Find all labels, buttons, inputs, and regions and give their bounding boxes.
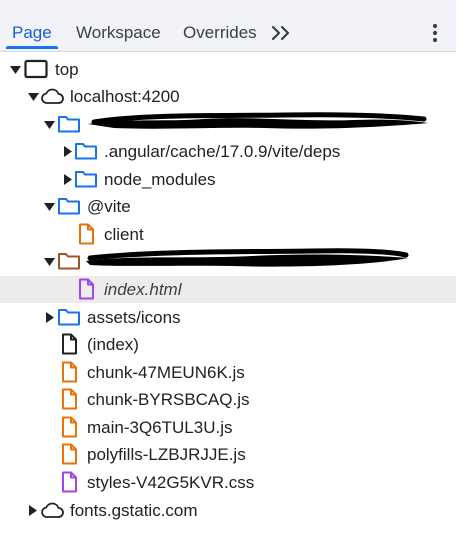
folder-icon: [75, 143, 97, 160]
tree-item-label: chunk-47MEUN6K.js: [87, 363, 245, 382]
script-file-icon: [62, 361, 77, 383]
tree-item-label: assets/icons: [87, 308, 181, 327]
collapsed-triangle-icon[interactable]: [43, 311, 56, 324]
tree-item-chunk-47meun6k[interactable]: chunk-47MEUN6K.js: [0, 359, 456, 386]
expanded-triangle-icon[interactable]: [43, 200, 56, 213]
tree-item-angular-cache[interactable]: .angular/cache/17.0.9/vite/deps: [0, 138, 456, 165]
tree-item-polyfills[interactable]: polyfills-LZBJRJJE.js: [0, 441, 456, 468]
cloud-icon: [41, 502, 64, 518]
tree-item-label: client: [104, 225, 144, 244]
double-chevron-right-icon[interactable]: [270, 23, 292, 43]
tree-item-label: main-3Q6TUL3U.js: [87, 418, 233, 437]
collapsed-triangle-icon[interactable]: [61, 145, 74, 158]
tree-item-index-html[interactable]: index.html: [0, 276, 456, 303]
active-tab-indicator: [6, 46, 58, 49]
document-file-icon: [62, 333, 77, 355]
script-file-icon: [79, 223, 94, 245]
tree-item-client[interactable]: client: [0, 221, 456, 248]
expanded-triangle-icon[interactable]: [27, 90, 40, 103]
document-file-icon: [79, 278, 94, 300]
tree-item-styles[interactable]: styles-V42G5KVR.css: [0, 469, 456, 496]
tree-item-assets-icons[interactable]: assets/icons: [0, 304, 456, 331]
sources-tab-bar: Page Workspace Overrides: [0, 0, 456, 52]
tree-item-chunk-byrsbcaq[interactable]: chunk-BYRSBCAQ.js: [0, 386, 456, 413]
folder-icon: [75, 171, 97, 188]
expanded-triangle-icon[interactable]: [9, 63, 22, 76]
tree-item-top[interactable]: top: [0, 56, 456, 83]
folder-icon: [58, 253, 80, 270]
tree-item-label: top: [55, 60, 79, 79]
redaction-scribble: [86, 248, 409, 267]
tree-item-label: node_modules: [104, 170, 216, 189]
folder-icon: [58, 198, 80, 215]
tree-item-label: localhost:4200: [70, 87, 180, 106]
file-tree: top localhost:4200 .angular/cache/17.0.9…: [0, 52, 474, 548]
tree-item-label: styles-V42G5KVR.css: [87, 473, 255, 492]
vertical-ellipsis-icon[interactable]: [428, 22, 442, 44]
tree-item-main[interactable]: main-3Q6TUL3U.js: [0, 414, 456, 441]
tab-page[interactable]: Page: [12, 22, 52, 44]
stylesheet-file-icon: [62, 471, 77, 493]
tree-item-redacted-folder-2[interactable]: [0, 248, 456, 275]
cloud-icon: [41, 88, 64, 104]
expanded-triangle-icon[interactable]: [43, 255, 56, 268]
script-file-icon: [62, 443, 77, 465]
tree-item-index[interactable]: (index): [0, 331, 456, 358]
tree-item-redacted-folder[interactable]: [0, 111, 456, 138]
folder-icon: [58, 116, 80, 133]
tree-item-label: chunk-BYRSBCAQ.js: [87, 390, 250, 409]
tree-item-vite[interactable]: @vite: [0, 193, 456, 220]
redaction-scribble: [88, 112, 428, 129]
script-file-icon: [62, 388, 77, 410]
script-file-icon: [62, 416, 77, 438]
tree-item-node-modules[interactable]: node_modules: [0, 166, 456, 193]
tree-item-label: @vite: [87, 197, 131, 216]
tree-item-label: fonts.gstatic.com: [70, 501, 198, 520]
tree-item-label: polyfills-LZBJRJJE.js: [87, 445, 246, 464]
folder-icon: [58, 309, 80, 326]
tree-item-label: (index): [87, 335, 139, 354]
tree-item-fonts-gstatic[interactable]: fonts.gstatic.com: [0, 497, 456, 524]
tree-item-label: .angular/cache/17.0.9/vite/deps: [104, 142, 341, 161]
expanded-triangle-icon[interactable]: [43, 118, 56, 131]
tab-overrides[interactable]: Overrides: [183, 22, 257, 44]
tab-workspace[interactable]: Workspace: [76, 22, 161, 44]
tree-item-label: index.html: [104, 280, 182, 299]
frame-icon: [24, 59, 48, 79]
tree-item-localhost[interactable]: localhost:4200: [0, 83, 456, 110]
collapsed-triangle-icon[interactable]: [61, 173, 74, 186]
collapsed-triangle-icon[interactable]: [26, 504, 39, 517]
